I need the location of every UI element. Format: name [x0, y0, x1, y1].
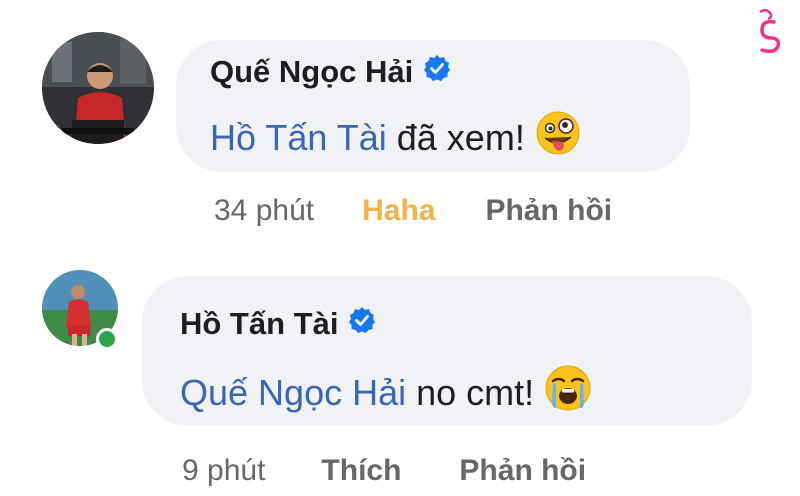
message-text: đã xem!: [396, 116, 525, 158]
verified-badge-icon: [348, 306, 376, 342]
reaction-button[interactable]: Haha: [362, 194, 435, 228]
zany-face-emoji: [535, 110, 581, 165]
timestamp: 9 phút: [182, 454, 266, 487]
mention-link[interactable]: Quế Ngọc Hải: [180, 372, 406, 414]
reply-button[interactable]: Phản hồi: [485, 194, 612, 228]
comment-actions: 9 phút Thích Phản hồi: [182, 454, 586, 488]
comment-text: Quế Ngọc Hải no cmt!: [180, 364, 592, 421]
comment-author[interactable]: Quế Ngọc Hải: [210, 54, 451, 90]
like-button[interactable]: Thích: [321, 454, 401, 488]
comment-text: Hồ Tấn Tài đã xem!: [210, 110, 581, 165]
avatar[interactable]: [42, 32, 154, 144]
author-name[interactable]: Hồ Tấn Tài: [180, 306, 338, 342]
crying-face-emoji: [544, 364, 592, 421]
comment-actions: 34 phút Haha Phản hồi: [214, 194, 612, 228]
comment-author[interactable]: Hồ Tấn Tài: [180, 306, 376, 342]
author-name[interactable]: Quế Ngọc Hải: [210, 54, 413, 90]
online-status-dot: [96, 328, 118, 350]
message-text: no cmt!: [416, 371, 535, 413]
watermark-logo: [750, 6, 784, 61]
verified-badge-icon: [423, 54, 451, 90]
reply-button[interactable]: Phản hồi: [459, 454, 586, 488]
mention-link[interactable]: Hồ Tấn Tài: [210, 117, 387, 159]
timestamp: 34 phút: [214, 194, 315, 227]
